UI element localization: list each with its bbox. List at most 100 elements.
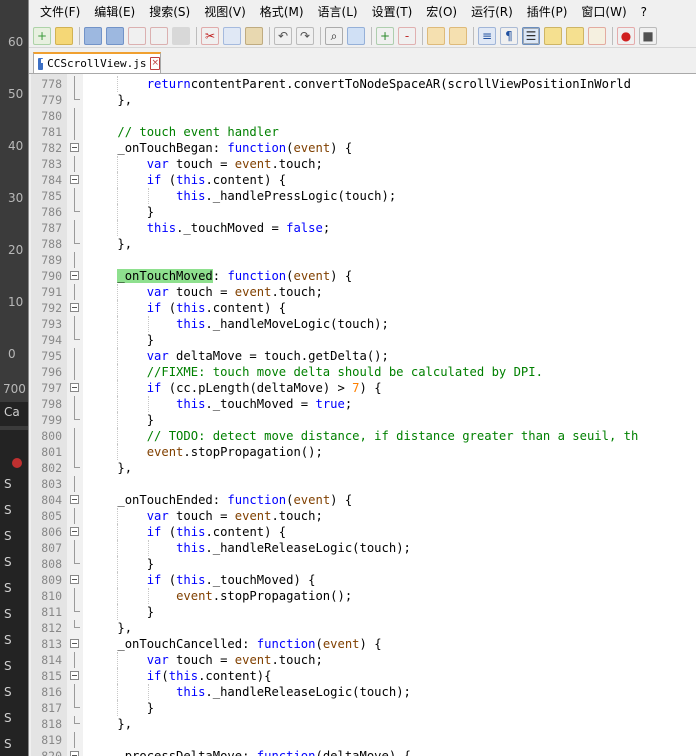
code-text: //FIXME: touch move delta should be calc…: [88, 364, 543, 380]
save-all-icon[interactable]: [106, 26, 124, 45]
code-line: 794 }: [31, 332, 696, 348]
fold-line: [74, 348, 75, 364]
fold-toggle-icon[interactable]: [70, 383, 79, 392]
fold-end-marker: [74, 716, 80, 724]
code-token: touch =: [168, 157, 235, 171]
code-text: },: [88, 620, 132, 636]
code-token: .content) {: [205, 525, 287, 539]
ruler-number: 0: [8, 347, 16, 361]
folder-workspace-icon[interactable]: [566, 26, 584, 45]
code-token: (: [161, 525, 177, 539]
redo-icon[interactable]: ↷: [296, 26, 314, 45]
menu-item[interactable]: 窗口(W): [574, 2, 633, 22]
code-text: returncontentParent.convertToNodeSpaceAR…: [88, 76, 631, 92]
code-editor[interactable]: 778 returncontentParent.convertToNodeSpa…: [31, 74, 696, 756]
fold-toggle-icon[interactable]: [70, 143, 79, 152]
word-wrap-icon[interactable]: ≡: [478, 26, 496, 45]
close-all-icon[interactable]: [150, 26, 168, 45]
code-token: deltaMove = touch.getDelta();: [168, 349, 389, 363]
code-token: if: [146, 573, 162, 587]
code-token: ) {: [359, 381, 382, 395]
menu-item[interactable]: 运行(R): [464, 2, 520, 22]
menu-item[interactable]: 语言(L): [311, 2, 365, 22]
code-token: event: [293, 141, 331, 155]
line-number: 791: [41, 285, 62, 299]
code-line: 789: [31, 252, 696, 268]
code-token: this: [176, 301, 206, 315]
line-number: 792: [41, 301, 62, 315]
code-text: _onTouchMoved: function(event) {: [88, 268, 352, 284]
stop-record-icon[interactable]: ■: [639, 26, 657, 45]
fold-toggle-icon[interactable]: [70, 175, 79, 184]
find-icon[interactable]: ⌕: [325, 26, 343, 45]
code-token: event: [322, 637, 360, 651]
code-line: 781 // touch event handler: [31, 124, 696, 140]
paste-icon[interactable]: [245, 26, 263, 45]
code-line: 811 }: [31, 604, 696, 620]
record-macro-icon[interactable]: ●: [617, 26, 635, 45]
code-text: }: [88, 412, 154, 428]
menu-item[interactable]: 设置(T): [365, 2, 420, 22]
code-token: this: [176, 685, 206, 699]
close-icon[interactable]: [128, 26, 146, 45]
new-file-icon[interactable]: +: [33, 26, 51, 45]
zoom-out-icon[interactable]: -: [398, 26, 416, 45]
fold-line: [74, 124, 75, 140]
menu-item[interactable]: 视图(V): [197, 2, 253, 22]
save-icon[interactable]: [84, 26, 102, 45]
fold-toggle-icon[interactable]: [70, 671, 79, 680]
code-line: 815 if(this.content){: [31, 668, 696, 684]
undo-icon[interactable]: ↶: [274, 26, 292, 45]
line-number: 816: [41, 685, 62, 699]
line-number: 809: [41, 573, 62, 587]
menu-item[interactable]: 搜索(S): [142, 2, 197, 22]
code-token: ._touchMoved =: [176, 221, 287, 235]
code-line: 816 this._handleReleaseLogic(touch);: [31, 684, 696, 700]
copy-icon[interactable]: [223, 26, 241, 45]
code-token: var: [146, 349, 169, 363]
menu-item[interactable]: 格式(M): [253, 2, 311, 22]
sync-vertical-icon[interactable]: [427, 26, 445, 45]
code-token: event: [234, 157, 272, 171]
tab-close-icon[interactable]: ×: [150, 57, 160, 70]
menu-item[interactable]: 文件(F): [33, 2, 87, 22]
print-icon[interactable]: [172, 26, 190, 45]
menu-item[interactable]: ?: [634, 2, 654, 22]
code-token: this: [146, 221, 177, 235]
open-file-icon[interactable]: [55, 26, 73, 45]
line-number: 788: [41, 237, 62, 251]
function-list-icon[interactable]: [544, 26, 562, 45]
menu-item[interactable]: 宏(O): [419, 2, 464, 22]
fold-toggle-icon[interactable]: [70, 639, 79, 648]
menu-item[interactable]: 编辑(E): [87, 2, 142, 22]
indent-guide-icon[interactable]: ☰: [522, 26, 540, 45]
code-line: 778 returncontentParent.convertToNodeSpa…: [31, 76, 696, 92]
code-text: var touch = event.touch;: [88, 652, 323, 668]
fold-toggle-icon[interactable]: [70, 575, 79, 584]
tab-ccscrollview[interactable]: CCScrollView.js ×: [33, 52, 161, 73]
sync-horizontal-icon[interactable]: [449, 26, 467, 45]
background-list-label: S: [4, 529, 12, 543]
zoom-in-icon[interactable]: +: [376, 26, 394, 45]
code-text: _onTouchCancelled: function(event) {: [88, 636, 381, 652]
document-map-icon[interactable]: [588, 26, 606, 45]
replace-icon[interactable]: [347, 26, 365, 45]
fold-end-marker: [74, 604, 80, 612]
cut-icon[interactable]: ✂: [201, 26, 219, 45]
code-token: var: [146, 285, 169, 299]
fold-toggle-icon[interactable]: [70, 271, 79, 280]
fold-toggle-icon[interactable]: [70, 303, 79, 312]
code-line: 820 _processDeltaMove: function(deltaMov…: [31, 748, 696, 756]
menu-item[interactable]: 插件(P): [520, 2, 575, 22]
line-number: 785: [41, 189, 62, 203]
fold-toggle-icon[interactable]: [70, 527, 79, 536]
fold-toggle-icon[interactable]: [70, 495, 79, 504]
code-token: this: [176, 317, 206, 331]
code-token: this: [176, 525, 206, 539]
show-all-chars-icon[interactable]: ¶: [500, 26, 518, 45]
line-number: 796: [41, 365, 62, 379]
fold-toggle-icon[interactable]: [70, 751, 79, 756]
fold-line: [74, 588, 75, 604]
line-number: 810: [41, 589, 62, 603]
background-list-label: S: [4, 633, 12, 647]
